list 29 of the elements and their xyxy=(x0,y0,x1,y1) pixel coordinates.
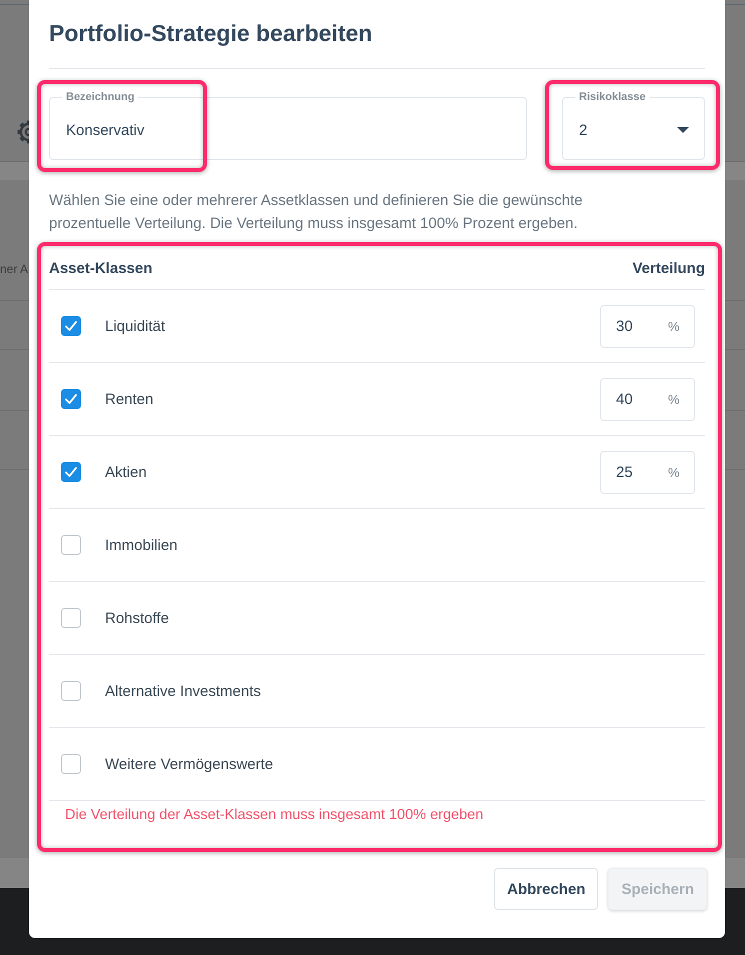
field-label: Risikoklasse xyxy=(578,91,647,104)
asset-class-label: Weitere Vermögenswerte xyxy=(105,756,274,772)
caret-icon xyxy=(677,127,689,133)
field-label: Bezeichnung xyxy=(65,91,136,104)
checkbox[interactable] xyxy=(61,535,81,555)
asset-class-label: Renten xyxy=(105,390,154,408)
checkbox[interactable] xyxy=(61,316,81,336)
checkbox[interactable] xyxy=(61,754,81,774)
column-header: Asset-Klassen xyxy=(49,260,152,276)
description-text: Wählen Sie eine oder mehrerer Assetklassen und definieren Sie die gewünschte prozentuelle Verteilung. Die Verteilung muss insgesamt 100% Prozent ergeben. xyxy=(49,191,584,234)
checkbox[interactable] xyxy=(61,389,81,409)
percent-field[interactable]: 30 % xyxy=(600,304,695,348)
error-message: Die Verteilung der Asset-Klassen muss insgesamt 100% ergeben xyxy=(64,806,484,825)
truncated-label: ner A xyxy=(0,262,29,276)
asset-class-label: Immobilien xyxy=(105,536,178,554)
checkbox[interactable] xyxy=(61,681,81,701)
cancel-button[interactable]: Abbrechen xyxy=(494,868,598,910)
checkbox[interactable] xyxy=(61,462,81,482)
asset-class-label: Rohstoffe xyxy=(105,610,169,626)
asset-class-label: Alternative Investments xyxy=(105,682,261,700)
column-header: Verteilung xyxy=(632,260,705,276)
checkbox[interactable] xyxy=(61,608,81,628)
name-field[interactable]: Bezeichnung Konservativ xyxy=(49,91,527,160)
asset-class-label: Liquidität xyxy=(105,318,166,334)
percent-field[interactable]: 25 % xyxy=(600,450,695,494)
risk-select[interactable]: Risikoklasse 2 xyxy=(562,91,705,160)
dialog-title: Portfolio-Strategie bearbeiten xyxy=(49,19,374,47)
asset-class-label: Aktien xyxy=(105,464,147,480)
percent-field[interactable]: 40 % xyxy=(600,378,695,420)
